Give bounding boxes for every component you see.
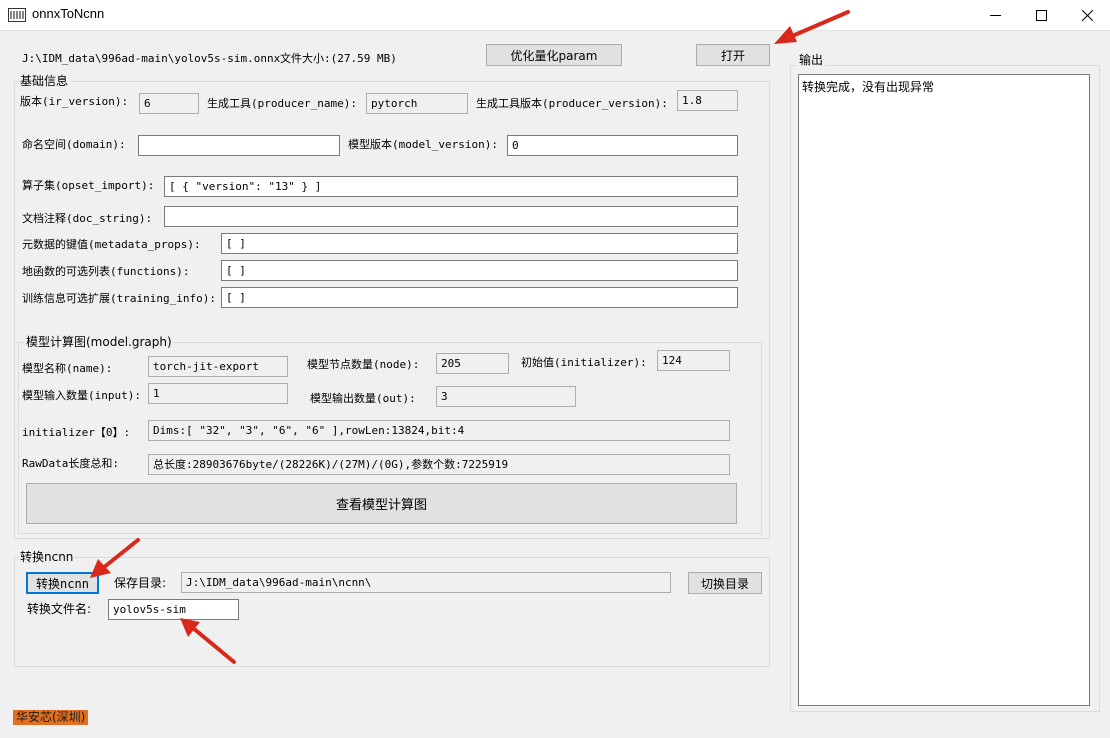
open-button[interactable]: 打开 xyxy=(696,44,770,66)
metadata-label: 元数据的键值(metadata_props): xyxy=(22,238,201,251)
title-bar[interactable]: onnxToNcnn xyxy=(0,0,1110,31)
company-badge: 华安芯(深圳) xyxy=(13,710,89,725)
functions-field[interactable]: [ ] xyxy=(221,260,738,281)
input-count-label: 模型输入数量(input): xyxy=(22,389,141,402)
input-count-field[interactable]: 1 xyxy=(148,383,288,404)
close-button[interactable] xyxy=(1064,0,1110,31)
node-count-field[interactable]: 205 xyxy=(436,353,509,374)
training-info-field[interactable]: [ ] xyxy=(221,287,738,308)
convert-ncnn-button[interactable]: 转换ncnn xyxy=(26,572,99,594)
opset-field[interactable]: [ { "version": "13" } ] xyxy=(164,176,738,197)
producer-version-label: 生成工具版本(producer_version): xyxy=(476,97,668,110)
graph-name-label: 模型名称(name): xyxy=(22,362,113,375)
filename-field[interactable]: yolov5s-sim xyxy=(108,599,239,620)
model-version-label: 模型版本(model_version): xyxy=(348,138,498,151)
app-icon xyxy=(8,8,26,22)
domain-label: 命名空间(domain): xyxy=(22,138,126,151)
minimize-icon xyxy=(989,15,1001,16)
model-graph-legend: 模型计算图(model.graph) xyxy=(24,335,174,349)
rawdata-label: RawData长度总和: xyxy=(22,457,119,470)
basic-info-legend: 基础信息 xyxy=(18,74,71,88)
metadata-field[interactable]: [ ] xyxy=(221,233,738,254)
graph-name-field[interactable]: torch-jit-export xyxy=(148,356,288,377)
functions-label: 地函数的可选列表(functions): xyxy=(22,265,190,278)
model-version-field[interactable]: 0 xyxy=(507,135,738,156)
save-dir-field[interactable]: J:\IDM_data\996ad-main\ncnn\ xyxy=(181,572,671,593)
node-count-label: 模型节点数量(node): xyxy=(307,358,420,371)
file-path-label: J:\IDM_data\996ad-main\yolov5s-sim.onnx xyxy=(22,52,281,65)
optimize-param-button[interactable]: 优化量化param xyxy=(486,44,622,66)
opset-label: 算子集(opset_import): xyxy=(22,179,155,192)
initializer0-label: initializer【0】: xyxy=(22,426,131,439)
ir-version-field[interactable]: 6 xyxy=(139,93,199,114)
file-size-label: 文件大小:(27.59 MB) xyxy=(280,52,397,65)
training-info-label: 训练信息可选扩展(training_info): xyxy=(22,292,216,305)
producer-name-label: 生成工具(producer_name): xyxy=(207,97,357,110)
domain-field[interactable] xyxy=(138,135,340,156)
maximize-icon xyxy=(1035,10,1047,21)
producer-name-field[interactable]: pytorch xyxy=(366,93,468,114)
output-legend: 输出 xyxy=(797,53,826,67)
output-count-label: 模型输出数量(out): xyxy=(310,392,416,405)
output-textarea[interactable]: 转换完成，没有出现异常 xyxy=(798,74,1090,706)
switch-dir-button[interactable]: 切换目录 xyxy=(688,572,762,594)
maximize-button[interactable] xyxy=(1018,0,1064,31)
initializer0-field[interactable]: Dims:[ "32", "3", "6", "6" ],rowLen:1382… xyxy=(148,420,730,441)
doc-string-field[interactable] xyxy=(164,206,738,227)
convert-ncnn-legend: 转换ncnn xyxy=(18,550,76,564)
filename-label: 转换文件名: xyxy=(27,602,92,616)
initializer-count-field[interactable]: 124 xyxy=(657,350,730,371)
output-count-field[interactable]: 3 xyxy=(436,386,576,407)
close-icon xyxy=(1081,10,1093,21)
ir-version-label: 版本(ir_version): xyxy=(20,95,129,108)
save-dir-label: 保存目录: xyxy=(114,576,167,590)
producer-version-field[interactable]: 1.8 xyxy=(677,90,738,111)
rawdata-field[interactable]: 总长度:28903676byte/(28226K)/(27M)/(0G),参数个… xyxy=(148,454,730,475)
doc-string-label: 文档注释(doc_string): xyxy=(22,212,153,225)
window-title: onnxToNcnn xyxy=(32,6,105,21)
minimize-button[interactable] xyxy=(972,0,1018,31)
view-graph-button[interactable]: 查看模型计算图 xyxy=(26,483,737,524)
initializer-count-label: 初始值(initializer): xyxy=(521,356,647,369)
